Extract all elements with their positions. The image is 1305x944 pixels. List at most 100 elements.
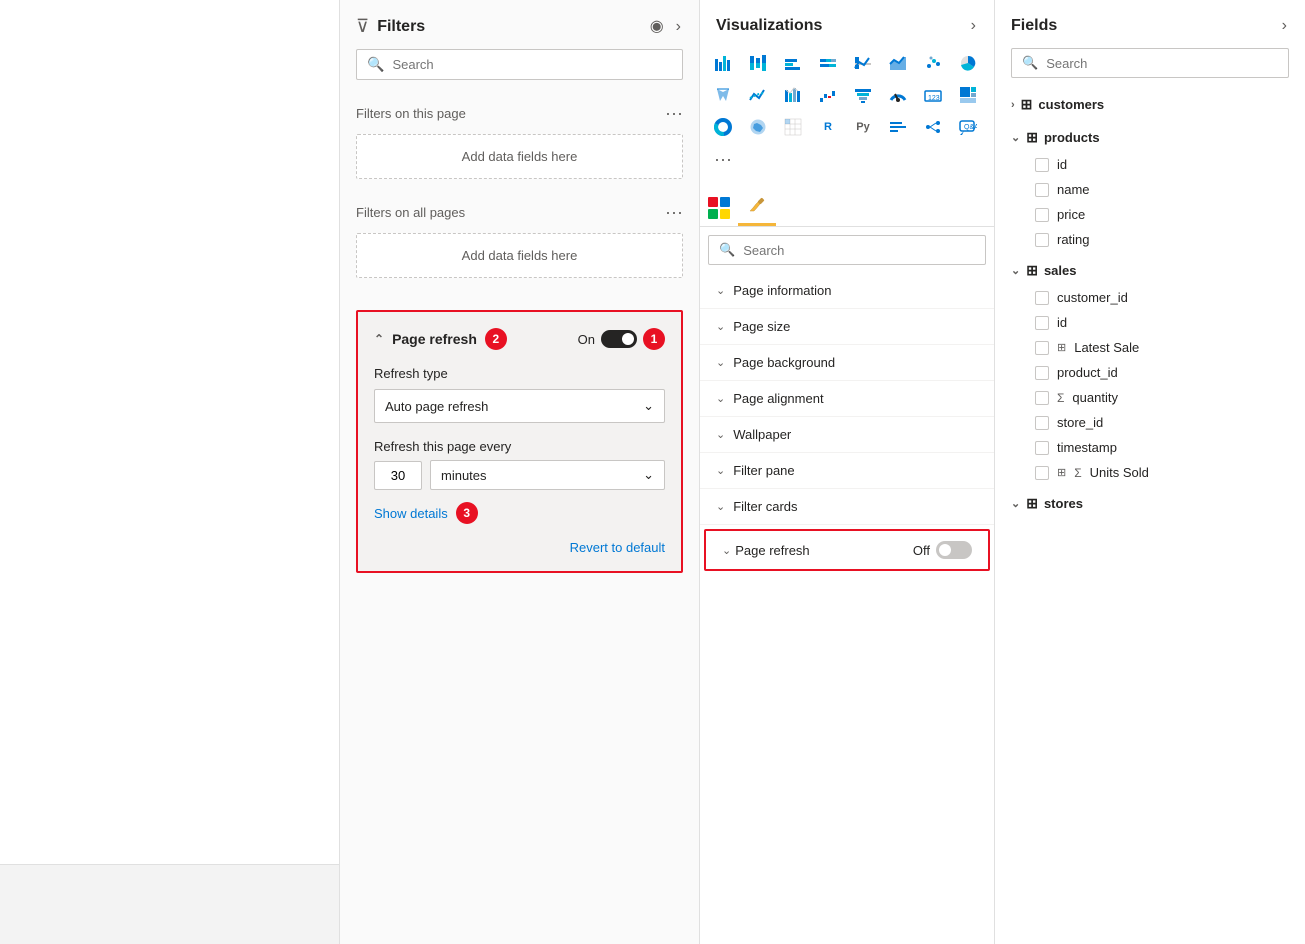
viz-icon-col-stacked[interactable] xyxy=(813,48,843,78)
viz-section-chevron-page-size: ⌄ xyxy=(716,320,725,333)
field-checkbox-units-sold[interactable] xyxy=(1035,466,1049,480)
stores-table-icon: ⊞ xyxy=(1026,495,1038,512)
viz-icon-smart-narrative[interactable] xyxy=(883,112,913,142)
viz-icon-python[interactable]: Py xyxy=(848,112,878,142)
pr-chevron-up-icon[interactable]: ⌃ xyxy=(374,332,384,346)
field-item-product-id-sales[interactable]: product_id xyxy=(1003,360,1297,385)
viz-icon-line2[interactable] xyxy=(743,80,773,110)
viz-icon-waterfall[interactable] xyxy=(813,80,843,110)
viz-icon-bar-stacked[interactable] xyxy=(743,48,773,78)
filters-search-input[interactable] xyxy=(392,57,672,72)
field-checkbox-product-price[interactable] xyxy=(1035,208,1049,222)
viz-icon-qa[interactable]: Q&A xyxy=(953,112,983,142)
filters-title: Filters xyxy=(377,18,640,36)
viz-title: Visualizations xyxy=(716,17,822,35)
viz-icon-scatter[interactable] xyxy=(918,48,948,78)
viz-tab-format[interactable] xyxy=(738,190,776,226)
viz-style-icon[interactable] xyxy=(708,197,730,219)
viz-search-box[interactable]: 🔍 xyxy=(708,235,986,265)
viz-icon-decomp-tree[interactable] xyxy=(918,112,948,142)
show-details-row: Show details 3 xyxy=(374,502,665,524)
viz-section-page-alignment[interactable]: ⌄ Page alignment xyxy=(700,381,994,417)
filters-search-box[interactable]: 🔍 xyxy=(356,49,683,80)
pr-refresh-type-dropdown[interactable]: Auto page refresh ⌄ xyxy=(374,389,665,423)
viz-icon-area[interactable] xyxy=(883,48,913,78)
viz-section-page-refresh[interactable]: ⌄ Page refresh Off xyxy=(704,529,990,571)
fields-search-input[interactable] xyxy=(1046,56,1278,71)
field-checkbox-product-name[interactable] xyxy=(1035,183,1049,197)
viz-icon-pie[interactable] xyxy=(953,48,983,78)
viz-section-label-page-size: Page size xyxy=(733,319,790,334)
svg-text:123: 123 xyxy=(928,95,940,102)
field-item-sales-id[interactable]: id xyxy=(1003,310,1297,335)
viz-page-refresh-toggle[interactable] xyxy=(936,541,972,559)
field-item-product-price[interactable]: price xyxy=(1003,202,1297,227)
viz-icon-ribbon[interactable] xyxy=(778,80,808,110)
viz-section-label-filter-pane: Filter pane xyxy=(733,463,794,478)
viz-icon-bar-clustered[interactable] xyxy=(708,48,738,78)
field-checkbox-sales-id[interactable] xyxy=(1035,316,1049,330)
field-group-products-header[interactable]: ⌄ ⊞ products xyxy=(1003,123,1297,152)
fields-search-box[interactable]: 🔍 xyxy=(1011,48,1289,78)
filters-on-all-menu[interactable]: ··· xyxy=(665,203,683,221)
field-checkbox-quantity[interactable] xyxy=(1035,391,1049,405)
viz-icon-card[interactable]: 123 xyxy=(918,80,948,110)
viz-section-page-background[interactable]: ⌄ Page background xyxy=(700,345,994,381)
viz-search-input[interactable] xyxy=(743,243,975,258)
viz-section-chevron-page-align: ⌄ xyxy=(716,392,725,405)
field-group-stores-header[interactable]: ⌄ ⊞ stores xyxy=(1003,489,1297,518)
pr-unit-value: minutes xyxy=(441,468,487,483)
revert-to-default-link[interactable]: Revert to default xyxy=(570,540,665,555)
field-item-units-sold[interactable]: ⊞ Σ Units Sold xyxy=(1003,460,1297,485)
viz-page-refresh-right: Off xyxy=(913,541,972,559)
viz-icon-line[interactable] xyxy=(848,48,878,78)
field-item-quantity[interactable]: Σ quantity xyxy=(1003,385,1297,410)
viz-icon-more[interactable]: ··· xyxy=(708,144,738,174)
viz-section-filter-cards[interactable]: ⌄ Filter cards xyxy=(700,489,994,525)
field-checkbox-customer-id[interactable] xyxy=(1035,291,1049,305)
viz-icon-funnel[interactable] xyxy=(848,80,878,110)
units-sold-sigma-icon: Σ xyxy=(1074,466,1081,480)
field-checkbox-product-rating[interactable] xyxy=(1035,233,1049,247)
field-checkbox-store-id[interactable] xyxy=(1035,416,1049,430)
field-item-store-id[interactable]: store_id xyxy=(1003,410,1297,435)
field-checkbox-latest-sale[interactable] xyxy=(1035,341,1049,355)
viz-icon-donut[interactable] xyxy=(708,112,738,142)
field-group-customers-header[interactable]: › ⊞ customers xyxy=(1003,90,1297,119)
pr-unit-dropdown[interactable]: minutes ⌄ xyxy=(430,460,665,490)
field-label-customer-id: customer_id xyxy=(1057,290,1128,305)
viz-icon-filled-map[interactable] xyxy=(743,112,773,142)
viz-chevron-right-icon[interactable]: › xyxy=(969,16,978,36)
viz-icon-map[interactable] xyxy=(708,80,738,110)
fields-chevron-right-icon[interactable]: › xyxy=(1280,16,1289,36)
field-item-product-id[interactable]: id xyxy=(1003,152,1297,177)
field-item-product-rating[interactable]: rating xyxy=(1003,227,1297,252)
show-details-link[interactable]: Show details xyxy=(374,506,448,521)
field-group-sales-header[interactable]: ⌄ ⊞ sales xyxy=(1003,256,1297,285)
pr-toggle[interactable] xyxy=(601,330,637,348)
viz-section-filter-pane[interactable]: ⌄ Filter pane xyxy=(700,453,994,489)
field-item-latest-sale[interactable]: ⊞ Latest Sale xyxy=(1003,335,1297,360)
filters-eye-icon[interactable]: ◉ xyxy=(648,17,666,37)
pr-interval-number[interactable] xyxy=(374,461,422,490)
page-refresh-panel: ⌃ Page refresh 2 On 1 Refresh type Auto … xyxy=(356,310,683,573)
viz-section-wallpaper[interactable]: ⌄ Wallpaper xyxy=(700,417,994,453)
viz-icon-col-clustered[interactable] xyxy=(778,48,808,78)
viz-section-page-size[interactable]: ⌄ Page size xyxy=(700,309,994,345)
field-item-timestamp[interactable]: timestamp xyxy=(1003,435,1297,460)
field-item-customer-id[interactable]: customer_id xyxy=(1003,285,1297,310)
viz-icon-treemap[interactable] xyxy=(953,80,983,110)
products-table-icon: ⊞ xyxy=(1026,129,1038,146)
field-checkbox-product-id-sales[interactable] xyxy=(1035,366,1049,380)
viz-section-page-information[interactable]: ⌄ Page information xyxy=(700,273,994,309)
viz-page-refresh-state: Off xyxy=(913,543,930,558)
viz-icon-matrix[interactable] xyxy=(778,112,808,142)
viz-icon-gauge[interactable] xyxy=(883,80,913,110)
filters-chevron-right-icon[interactable]: › xyxy=(674,17,683,37)
filters-on-page-menu[interactable]: ··· xyxy=(665,104,683,122)
field-checkbox-timestamp[interactable] xyxy=(1035,441,1049,455)
field-item-product-name[interactable]: name xyxy=(1003,177,1297,202)
field-checkbox-product-id[interactable] xyxy=(1035,158,1049,172)
filters-header-icons: ◉ › xyxy=(648,17,683,37)
viz-icon-kpi[interactable]: R xyxy=(813,112,843,142)
